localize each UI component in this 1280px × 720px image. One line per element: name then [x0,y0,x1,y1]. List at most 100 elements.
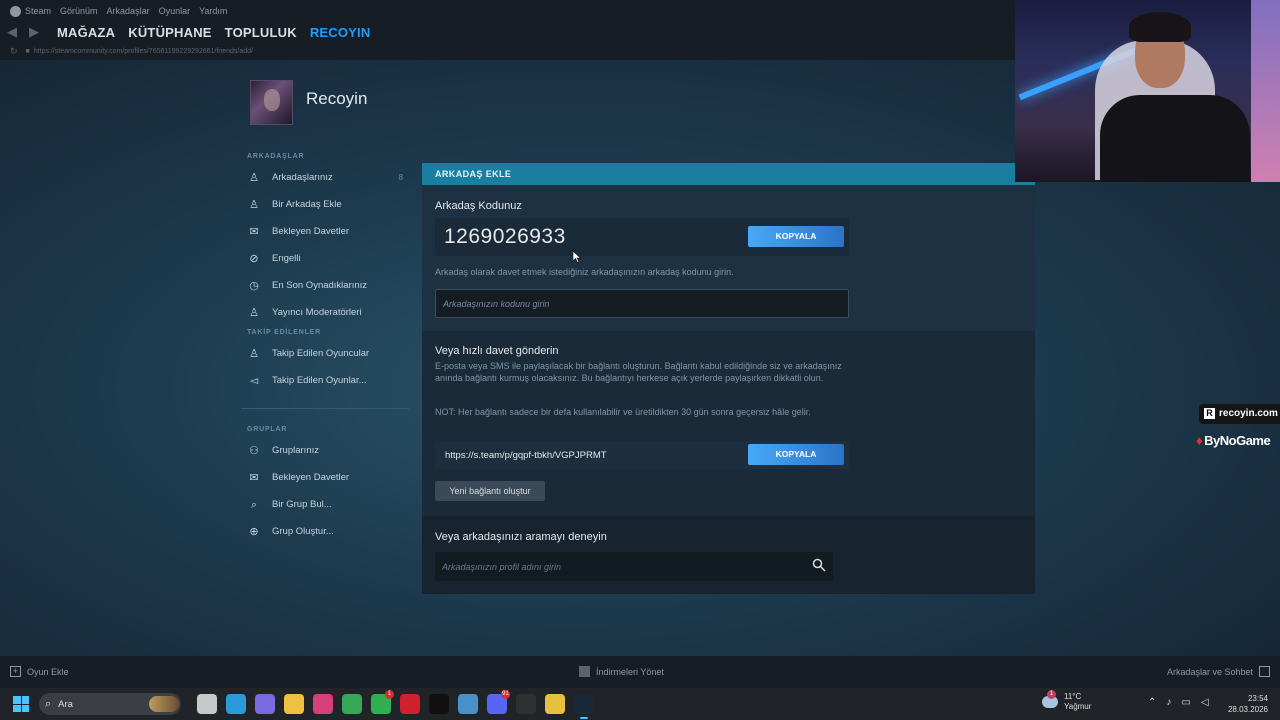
weather-temp: 11°C [1064,692,1082,701]
file-explorer-icon[interactable] [284,694,304,714]
friend-code-hint: Arkadaş olarak davet etmek istediğiniz a… [435,267,734,277]
add-game-button[interactable]: + Oyun Ekle [10,666,69,677]
profile-name[interactable]: Recoyin [306,89,367,109]
taskbar-apps: 1 91 [188,690,594,719]
sidebar-item-your-groups[interactable]: ⚇ Gruplarınız [241,437,409,464]
taskbar-search[interactable]: ⌕ Ara [39,693,181,715]
tab-store[interactable]: MAĞAZA [57,25,115,40]
sidebar-item-blocked[interactable]: ⊘ Engelli [241,245,409,272]
url-text[interactable]: https://steamcommunity.com/profiles/7656… [34,48,253,55]
weather-widget[interactable]: 1 11°C Yağmur [1042,690,1091,712]
panel-header: ARKADAŞ EKLE [422,163,1035,185]
profile-avatar[interactable] [250,80,293,125]
steam-logo-icon [10,5,21,17]
display-icon[interactable]: ▭ [1181,697,1190,708]
person-add-icon: ♙ [249,347,259,360]
reload-icon[interactable]: ↻ [10,46,18,57]
person-add-icon: ♙ [249,198,259,211]
chrome-icon[interactable] [342,694,362,714]
webcam-overlay [1015,0,1280,182]
edge-icon[interactable] [226,694,246,714]
search-icon: ⌕ [45,697,52,710]
steam-icon[interactable] [574,694,594,719]
friends-heading: ARKADAŞLAR [247,153,305,160]
forward-arrow-icon[interactable]: ▶ [24,24,44,40]
microphone-icon[interactable]: ♪ [1166,697,1171,708]
volume-icon[interactable]: ◁ [1201,697,1209,708]
person-icon: ♙ [249,171,259,184]
sidebar-item-add-friend[interactable]: ♙ Bir Arkadaş Ekle [241,191,409,218]
following-heading: TAKİP EDİLENLER [247,329,321,336]
cloud-icon: 1 [1042,690,1058,708]
envelope-icon: ✉ [249,471,259,484]
menu-help[interactable]: Yardım [199,6,227,16]
menu-friends[interactable]: Arkadaşlar [107,6,150,16]
menu-games[interactable]: Oyunlar [159,6,191,16]
sidebar-item-recently-played[interactable]: ◷ En Son Oynadıklarınız [241,272,409,299]
plus-icon: + [10,666,21,677]
sidebar-item-followed-games[interactable]: ◅ Takip Edilen Oyunlar... [241,367,409,394]
search-icon[interactable] [812,558,826,572]
recoyin-brand: Rrecoyin.com [1199,404,1280,424]
menu-view[interactable]: Görünüm [60,6,98,16]
instagram-icon[interactable] [313,694,333,714]
friend-search-input[interactable] [435,552,833,581]
tab-library[interactable]: KÜTÜPHANE [128,25,211,40]
sidebar-item-pending-invites[interactable]: ✉ Bekleyen Davetler [241,218,409,245]
sidebar-item-group-invites[interactable]: ✉ Bekleyen Davetler [241,464,409,491]
new-link-button[interactable]: Yeni bağlantı oluştur [435,481,545,501]
group-icon: ⚇ [249,444,259,457]
friend-search-title: Veya arkadaşınızı aramayı deneyin [435,531,607,543]
add-friend-panel: ARKADAŞ EKLE Arkadaş Kodunuz 1269026933 … [422,163,1035,594]
tab-profile[interactable]: RECOYIN [310,25,371,40]
search-icon: ⌕ [250,498,258,511]
taskbar-clock[interactable]: 23:54 28.03.2026 [1228,693,1268,715]
streamer-body [1100,95,1250,182]
copy-link-button[interactable]: KOPYALA [748,444,844,465]
friend-search-section: Veya arkadaşınızı aramayı deneyin [422,516,1035,594]
sidebar-item-find-group[interactable]: ⌕ Bir Grup Bul... [241,491,409,518]
sidebar-item-create-group[interactable]: ⊕ Grup Oluştur... [241,518,409,545]
menu-steam[interactable]: Steam [25,6,51,16]
task-view-icon[interactable] [197,694,217,714]
discord-icon[interactable]: 91 [487,690,510,714]
download-icon [579,666,590,677]
notification-badge: 91 [501,690,510,699]
url-bar: ↻ ■ https://steamcommunity.com/profiles/… [10,44,253,58]
opera-icon[interactable] [400,694,420,714]
network-icon[interactable] [458,694,478,714]
envelope-icon: ✉ [249,225,259,238]
whatsapp-icon[interactable]: 1 [371,690,394,714]
invite-link-value[interactable]: https://s.team/p/gqpf-tbkh/VGPJPRMT [445,450,607,461]
plus-circle-icon: ⊕ [249,525,259,538]
obs-icon[interactable] [516,694,536,714]
mouse-cursor-icon [573,251,581,263]
menubar: Steam Görünüm Arkadaşlar Oyunlar Yardım [0,0,227,22]
sidebar-item-broadcast-moderators[interactable]: ♙ Yayıncı Moderatörleri [241,299,409,326]
copilot-icon[interactable] [255,694,275,714]
friend-code-title: Arkadaş Kodunuz [435,200,522,212]
windows-start-icon[interactable] [13,696,29,712]
notes-icon[interactable] [545,694,565,714]
clock-icon: ◷ [249,279,259,292]
steam-footer: + Oyun Ekle İndirmeleri Yönet Arkadaşlar … [0,656,1280,688]
friend-code-input[interactable] [435,289,849,318]
friends-chat-button[interactable]: Arkadaşlar ve Sohbet [1167,666,1270,677]
lock-icon: ■ [25,47,30,55]
groups-heading: GRUPLAR [247,426,288,433]
tab-community[interactable]: TOPLULUK [225,25,297,40]
sidebar-item-your-friends[interactable]: ♙ Arkadaşlarınız 8 [241,164,409,191]
chat-icon [1259,666,1270,677]
downloads-button[interactable]: İndirmeleri Yönet [579,666,664,677]
recoyin-logo-icon: R [1204,407,1215,419]
copy-code-button[interactable]: KOPYALA [748,226,844,247]
clock-time: 23:54 [1247,694,1268,703]
back-arrow-icon[interactable]: ◀ [2,24,22,40]
chevron-up-icon[interactable]: ⌃ [1148,697,1156,708]
recoyin-icon[interactable] [429,694,449,714]
quick-invite-title: Veya hızlı davet gönderin [435,345,559,357]
sidebar-item-followed-players[interactable]: ♙ Takip Edilen Oyuncular [241,340,409,367]
block-icon: ⊘ [249,252,259,265]
megaphone-icon: ◅ [249,374,259,387]
streamer-hair [1129,12,1191,42]
